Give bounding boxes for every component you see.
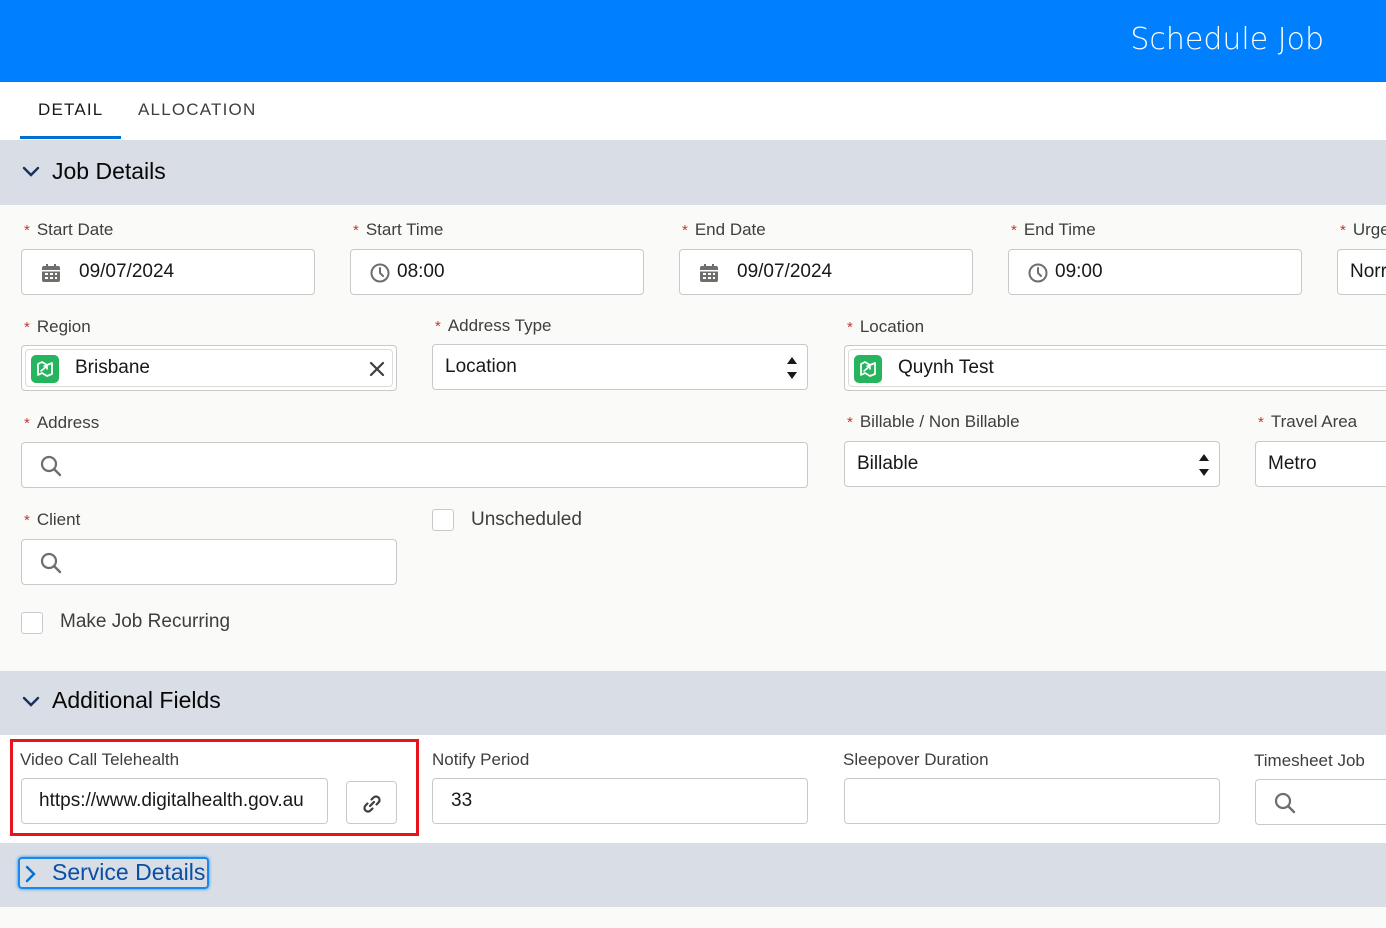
location-lookup[interactable]: Quynh Test — [844, 345, 1386, 391]
urgency-select[interactable]: Norr — [1337, 249, 1386, 295]
unscheduled-label[interactable]: Unscheduled — [471, 509, 582, 531]
start-time-field[interactable]: 08:00 — [350, 249, 644, 295]
billable-value: Billable — [857, 453, 919, 474]
additional-fields-title: Additional Fields — [52, 687, 221, 713]
calendar-icon[interactable] — [40, 262, 62, 284]
record-icon — [31, 355, 59, 383]
sort-arrows-icon[interactable] — [1198, 452, 1210, 478]
billable-label: * Billable / Non Billable — [847, 412, 1020, 431]
notify-period-value: 33 — [451, 790, 473, 811]
clock-icon[interactable] — [1027, 262, 1049, 284]
address-type-select[interactable]: Location — [432, 344, 808, 390]
calendar-icon[interactable] — [698, 262, 720, 284]
job-details-title: Job Details — [52, 158, 166, 184]
location-label: * Location — [847, 317, 925, 336]
notify-period-input[interactable]: 33 — [432, 778, 808, 824]
page-title: Schedule Job — [1130, 22, 1324, 57]
job-details-section-header[interactable] — [0, 140, 1386, 205]
travel-area-value: Metro — [1268, 453, 1317, 474]
recurring-checkbox[interactable] — [21, 612, 43, 634]
client-search-input[interactable] — [21, 539, 397, 585]
travel-area-label: * Travel Area — [1258, 412, 1358, 431]
search-icon — [40, 552, 62, 574]
start-time-label: * Start Time — [353, 220, 444, 239]
service-details-title[interactable]: Service Details — [52, 859, 205, 886]
chevron-down-icon[interactable] — [21, 162, 41, 182]
active-tab-indicator — [20, 136, 121, 139]
end-time-value: 09:00 — [1055, 261, 1103, 282]
urgency-value: Norr — [1350, 261, 1386, 282]
end-time-label: * End Time — [1011, 220, 1096, 239]
search-icon — [40, 455, 62, 477]
sort-arrows-icon[interactable] — [786, 355, 798, 381]
clock-icon[interactable] — [369, 262, 391, 284]
address-label: * Address — [24, 413, 100, 432]
address-type-label: * Address Type — [435, 316, 552, 335]
notify-period-label: Notify Period — [432, 750, 530, 769]
end-date-value: 09/07/2024 — [737, 261, 833, 282]
timesheet-job-label: Timesheet Job — [1254, 751, 1365, 770]
end-date-field[interactable]: 09/07/2024 — [679, 249, 973, 295]
travel-area-select[interactable]: Metro — [1255, 441, 1386, 487]
search-icon — [1274, 792, 1296, 814]
start-date-field[interactable]: 09/07/2024 — [21, 249, 315, 295]
chevron-down-icon[interactable] — [21, 692, 41, 712]
address-type-value: Location — [445, 356, 517, 377]
sleepover-input[interactable] — [844, 778, 1220, 824]
tab-allocation[interactable]: ALLOCATION — [138, 100, 256, 120]
urgency-label: * Urge — [1340, 220, 1386, 239]
end-time-field[interactable]: 09:00 — [1008, 249, 1302, 295]
tab-detail[interactable]: DETAIL — [38, 100, 103, 120]
client-label: * Client — [24, 510, 81, 529]
location-value: Quynh Test — [898, 357, 994, 378]
record-icon — [854, 355, 882, 383]
region-label: * Region — [24, 317, 91, 336]
region-value: Brisbane — [75, 357, 150, 378]
start-date-value: 09/07/2024 — [79, 261, 175, 282]
sleepover-label: Sleepover Duration — [843, 750, 989, 769]
unscheduled-checkbox[interactable] — [432, 509, 454, 531]
address-search-input[interactable] — [21, 442, 808, 488]
end-date-label: * End Date — [682, 220, 766, 239]
start-date-label: * Start Date — [24, 220, 114, 239]
highlight-box — [10, 739, 419, 836]
start-time-value: 08:00 — [397, 261, 445, 282]
timesheet-job-search-input[interactable] — [1255, 779, 1386, 825]
close-icon[interactable] — [368, 360, 386, 378]
billable-select[interactable]: Billable — [844, 441, 1220, 487]
region-lookup[interactable]: Brisbane — [21, 345, 397, 391]
recurring-label[interactable]: Make Job Recurring — [60, 611, 230, 633]
chevron-right-icon[interactable] — [21, 864, 41, 884]
